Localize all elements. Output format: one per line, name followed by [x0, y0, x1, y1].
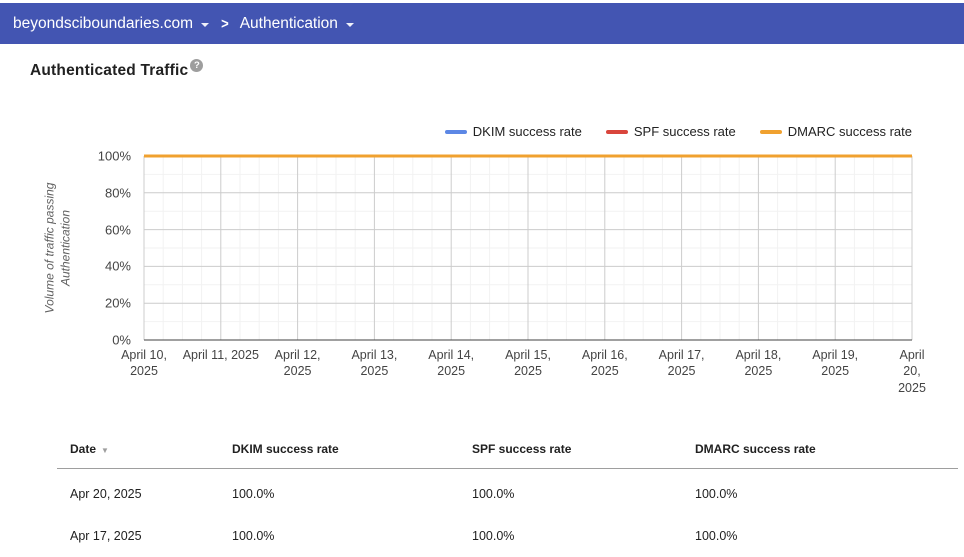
- table-header-label: DKIM success rate: [232, 442, 339, 456]
- table-cell: Apr 17, 2025: [70, 529, 232, 543]
- table-cell: 100.0%: [232, 487, 472, 501]
- chart-legend: DKIM success rate SPF success rate DMARC s…: [445, 124, 912, 139]
- table-cell: 100.0%: [695, 487, 958, 501]
- table-header-dmarc-success-rate[interactable]: DMARC success rate: [695, 442, 958, 456]
- legend-line-swatch: [445, 130, 467, 134]
- y-axis-tick-labels: 0%20%40%60%80%100%: [0, 156, 131, 340]
- table-cell: 100.0%: [472, 487, 695, 501]
- y-tick-label: 20%: [105, 296, 131, 311]
- x-tick-label: April 17, 2025: [659, 347, 705, 380]
- legend-item: DMARC success rate: [760, 124, 912, 139]
- y-tick-label: 100%: [98, 149, 131, 164]
- table-cell: 100.0%: [472, 529, 695, 543]
- y-tick-label: 80%: [105, 185, 131, 200]
- x-tick-label: April 13, 2025: [351, 347, 397, 380]
- section-selector[interactable]: Authentication: [240, 15, 354, 33]
- breadcrumb-separator-icon: >: [221, 15, 229, 32]
- legend-line-swatch: [760, 130, 782, 134]
- x-tick-label: April 16, 2025: [582, 347, 628, 380]
- chevron-down-icon: [201, 23, 209, 27]
- legend-line-swatch: [606, 130, 628, 134]
- table-header-label: DMARC success rate: [695, 442, 816, 456]
- sort-desc-icon: ▼: [101, 446, 109, 455]
- plot-area: [144, 156, 912, 340]
- y-tick-label: 60%: [105, 222, 131, 237]
- domain-selector[interactable]: beyondsciboundaries.com: [13, 15, 209, 33]
- auth-rates-table: Date ▼ DKIM success rate SPF success rate DM…: [57, 430, 958, 557]
- table-row: Apr 20, 2025100.0%100.0%100.0%: [57, 473, 958, 515]
- table-header-label: SPF success rate: [472, 442, 571, 456]
- x-axis-tick-labels: April 10, 2025April 11, 2025April 12, 20…: [144, 347, 912, 381]
- y-tick-label: 0%: [112, 333, 131, 348]
- legend-item: SPF success rate: [606, 124, 736, 139]
- domain-label: beyondsciboundaries.com: [13, 15, 193, 33]
- x-tick-label: April 15, 2025: [505, 347, 551, 380]
- table-cell: 100.0%: [695, 529, 958, 543]
- top-nav-bar: beyondsciboundaries.com > Authentication: [0, 3, 964, 44]
- table-header-date[interactable]: Date ▼: [70, 442, 232, 456]
- x-tick-label: April 10, 2025: [121, 347, 167, 380]
- legend-label: DMARC success rate: [788, 124, 912, 139]
- table-header-spf-success-rate[interactable]: SPF success rate: [472, 442, 695, 456]
- table-cell: Apr 20, 2025: [70, 487, 232, 501]
- x-tick-label: April 11, 2025: [183, 347, 259, 363]
- table-cell: 100.0%: [232, 529, 472, 543]
- section-label: Authentication: [240, 15, 338, 33]
- x-tick-label: April 12, 2025: [275, 347, 321, 380]
- table-header-dkim-success-rate[interactable]: DKIM success rate: [232, 442, 472, 456]
- legend-label: DKIM success rate: [473, 124, 582, 139]
- y-tick-label: 40%: [105, 259, 131, 274]
- legend-label: SPF success rate: [634, 124, 736, 139]
- page-header: Authenticated Traffic ?: [30, 62, 203, 80]
- chevron-down-icon: [346, 23, 354, 27]
- x-tick-label: April 14, 2025: [428, 347, 474, 380]
- table-row: Apr 17, 2025100.0%100.0%100.0%: [57, 515, 958, 557]
- x-tick-label: April 19, 2025: [812, 347, 858, 380]
- legend-item: DKIM success rate: [445, 124, 582, 139]
- page-title: Authenticated Traffic: [30, 62, 188, 80]
- x-tick-label: April 18, 2025: [735, 347, 781, 380]
- x-tick-label: April 20, 2025: [898, 347, 926, 396]
- postmaster-dashboard: beyondsciboundaries.com > Authentication…: [0, 0, 964, 557]
- table-header-row: Date ▼ DKIM success rate SPF success rate DM…: [57, 430, 958, 469]
- help-icon[interactable]: ?: [190, 59, 203, 72]
- table-body: Apr 20, 2025100.0%100.0%100.0%Apr 17, 20…: [57, 469, 958, 557]
- table-header-label: Date: [70, 442, 96, 456]
